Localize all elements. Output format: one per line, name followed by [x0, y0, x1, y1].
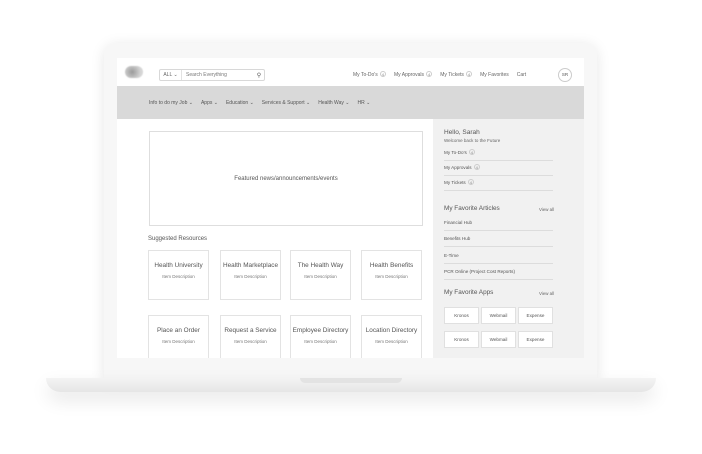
- nav-item-label: Education: [225, 100, 249, 106]
- resource-description: Item Description: [375, 274, 408, 279]
- resource-title: The Health Way: [297, 262, 344, 269]
- nav-item-label: Services & Support: [261, 100, 305, 106]
- quick-link-label: My Approvals: [444, 165, 472, 170]
- search-icon[interactable]: ⚲: [254, 72, 264, 79]
- resource-card-location-directory[interactable]: Location Directory Item Description: [361, 315, 422, 358]
- nav-item-label: Health Way: [318, 100, 344, 106]
- resource-title: Employee Directory: [292, 327, 349, 334]
- app-tile-expense[interactable]: Expense: [518, 331, 553, 348]
- articles-view-all-link[interactable]: View all: [539, 207, 554, 212]
- article-link-pcr-online[interactable]: PCR Online (Project Cost Reports): [444, 266, 553, 280]
- resource-card-the-health-way[interactable]: The Health Way Item Description: [290, 250, 351, 300]
- resource-title: Place an Order: [157, 327, 200, 334]
- count-badge: 4: [468, 149, 475, 155]
- app-tile-expense[interactable]: Expense: [518, 307, 553, 324]
- chevron-down-icon: ⌄: [345, 100, 350, 106]
- search-scope-dropdown[interactable]: ALL ⌄: [160, 70, 182, 80]
- resource-description: Item Description: [162, 339, 195, 344]
- resource-card-health-benefits[interactable]: Health Benefits Item Description: [361, 250, 422, 300]
- resource-description: Item Description: [375, 339, 408, 344]
- nav-item-education[interactable]: Education ⌄: [226, 100, 254, 106]
- app-tile-webmail[interactable]: Webmail: [481, 307, 516, 324]
- welcome-message: Welcome back to the Future: [444, 138, 501, 143]
- favorite-articles-title: My Favorite Articles: [444, 205, 500, 212]
- chevron-down-icon: ⌄: [188, 100, 193, 106]
- article-link-benefits-hub[interactable]: Benefits Hub: [444, 233, 553, 247]
- app-tile-webmail[interactable]: Webmail: [481, 331, 516, 348]
- chevron-down-icon: ⌄: [249, 100, 254, 106]
- nav-item-info[interactable]: Info to do my Job ⌄: [149, 100, 193, 106]
- greeting: Hello, Sarah: [444, 129, 480, 136]
- user-avatar[interactable]: SR: [558, 68, 572, 82]
- right-panel: Hello, Sarah Welcome back to the Future …: [433, 119, 584, 358]
- top-bar: ALL ⌄ Search Everything ⚲ My To-Do's 4 My…: [117, 58, 584, 86]
- suggested-resources-title: Suggested Resources: [148, 236, 208, 242]
- my-todos-link[interactable]: My To-Do's 4: [353, 71, 386, 78]
- resource-title: Request a Service: [224, 327, 277, 334]
- search-scope-label: ALL: [163, 72, 173, 78]
- apps-view-all-link[interactable]: View all: [539, 291, 554, 296]
- search-bar: ALL ⌄ Search Everything ⚲: [159, 69, 265, 81]
- resource-description: Item Description: [234, 339, 267, 344]
- my-tickets-link[interactable]: My Tickets 4: [440, 71, 473, 78]
- featured-text: Featured news/announcements/events: [234, 175, 338, 182]
- count-badge: 4: [473, 164, 480, 170]
- resource-card-health-university[interactable]: Health University Item Description: [148, 250, 209, 300]
- todos-count-badge: 4: [379, 71, 386, 77]
- resource-description: Item Description: [162, 274, 195, 279]
- resource-card-health-marketplace[interactable]: Health Marketplace Item Description: [220, 250, 281, 300]
- resource-title: Health University: [154, 262, 203, 269]
- resource-description: Item Description: [304, 274, 337, 279]
- chevron-down-icon: ⌄: [306, 100, 311, 106]
- resource-card-request-a-service[interactable]: Request a Service Item Description: [220, 315, 281, 358]
- my-todos-label: My To-Do's: [353, 72, 378, 78]
- resource-title: Location Directory: [365, 327, 418, 334]
- quick-link-todos[interactable]: My To-Do's 4: [444, 147, 553, 161]
- my-tickets-label: My Tickets: [440, 72, 464, 78]
- resource-card-employee-directory[interactable]: Employee Directory Item Description: [290, 315, 351, 358]
- count-badge: 4: [467, 179, 474, 185]
- app-tile-kronos[interactable]: Kronos: [444, 331, 479, 348]
- chevron-down-icon: ⌄: [366, 100, 371, 106]
- header-links: My To-Do's 4 My Approvals 4 My Tickets 4 My…: [353, 71, 526, 78]
- cart-link[interactable]: Cart: [517, 72, 526, 78]
- nav-item-services[interactable]: Services & Support ⌄: [262, 100, 310, 106]
- company-logo[interactable]: [125, 66, 143, 78]
- laptop-notch: [300, 378, 402, 383]
- search-input[interactable]: Search Everything: [182, 72, 254, 78]
- resource-description: Item Description: [234, 274, 267, 279]
- nav-item-label: Info to do my Job: [149, 100, 188, 106]
- my-favorites-link[interactable]: My Favorites: [480, 72, 509, 78]
- approvals-count-badge: 4: [426, 71, 433, 77]
- article-link-financial-hub[interactable]: Financial Hub: [444, 217, 553, 231]
- resource-title: Health Marketplace: [222, 262, 279, 269]
- tickets-count-badge: 4: [465, 71, 473, 77]
- app-tile-kronos[interactable]: Kronos: [444, 307, 479, 324]
- nav-item-apps[interactable]: Apps ⌄: [201, 100, 218, 106]
- nav-item-health-way[interactable]: Health Way ⌄: [318, 100, 349, 106]
- quick-link-tickets[interactable]: My Tickets 4: [444, 177, 553, 191]
- my-approvals-link[interactable]: My Approvals 4: [394, 71, 433, 78]
- chevron-down-icon: ⌄: [213, 100, 218, 106]
- my-approvals-label: My Approvals: [394, 72, 425, 78]
- quick-link-label: My Tickets: [444, 180, 466, 185]
- resource-card-place-an-order[interactable]: Place an Order Item Description: [148, 315, 209, 358]
- nav-item-label: Apps: [200, 100, 213, 106]
- article-link-e-time[interactable]: E-Time: [444, 250, 553, 264]
- resource-description: Item Description: [304, 339, 337, 344]
- laptop-screen: ALL ⌄ Search Everything ⚲ My To-Do's 4 My…: [117, 58, 584, 358]
- nav-item-hr[interactable]: HR ⌄: [357, 100, 370, 106]
- resource-title: Health Benefits: [369, 262, 414, 269]
- main-nav: Info to do my Job ⌄ Apps ⌄ Education ⌄ S…: [117, 86, 584, 119]
- featured-banner[interactable]: Featured news/announcements/events: [149, 131, 423, 226]
- quick-link-label: My To-Do's: [444, 150, 467, 155]
- nav-item-label: HR: [357, 100, 365, 106]
- quick-link-approvals[interactable]: My Approvals 4: [444, 162, 553, 176]
- favorite-apps-title: My Favorite Apps: [444, 289, 494, 296]
